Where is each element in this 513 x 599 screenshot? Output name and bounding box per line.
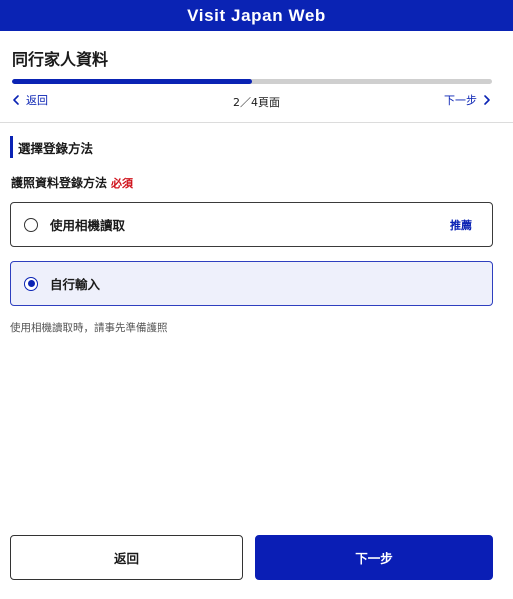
page-title: 同行家人資料 (12, 50, 109, 69)
progress-bar (12, 79, 492, 84)
back-button[interactable]: 返回 (10, 535, 243, 580)
page: Visit Japan Web 同行家人資料 返回 2／4頁面 下一步 選擇登錄… (0, 0, 513, 599)
option-camera-scan[interactable]: 使用相機讀取 推薦 (10, 202, 493, 247)
field-label: 護照資料登錄方法 必須 (11, 174, 133, 191)
next-step-link[interactable]: 下一步 (444, 92, 493, 108)
progress-bar-fill (12, 79, 252, 84)
step-navigation: 返回 2／4頁面 下一步 (0, 92, 513, 110)
app-title: Visit Japan Web (187, 5, 326, 25)
page-indicator: 2／4頁面 (233, 96, 280, 109)
option-manual-entry[interactable]: 自行輸入 (10, 261, 493, 306)
next-step-label: 下一步 (444, 94, 477, 107)
radio-button[interactable] (24, 217, 38, 232)
app-header: Visit Japan Web (0, 0, 513, 31)
next-button[interactable]: 下一步 (255, 535, 493, 580)
section-heading: 選擇登錄方法 (10, 136, 93, 158)
radio-dot (27, 280, 35, 287)
option-label: 自行輸入 (50, 277, 101, 292)
field-label-text: 護照資料登錄方法 (11, 176, 108, 190)
required-badge: 必須 (111, 177, 134, 190)
hint-text: 使用相機讀取時，請事先準備護照 (10, 322, 168, 334)
divider (0, 122, 513, 123)
option-label: 使用相機讀取 (50, 218, 126, 233)
recommended-tag: 推薦 (450, 218, 472, 232)
radio-button-selected[interactable] (24, 276, 38, 291)
chevron-right-icon (484, 95, 490, 105)
